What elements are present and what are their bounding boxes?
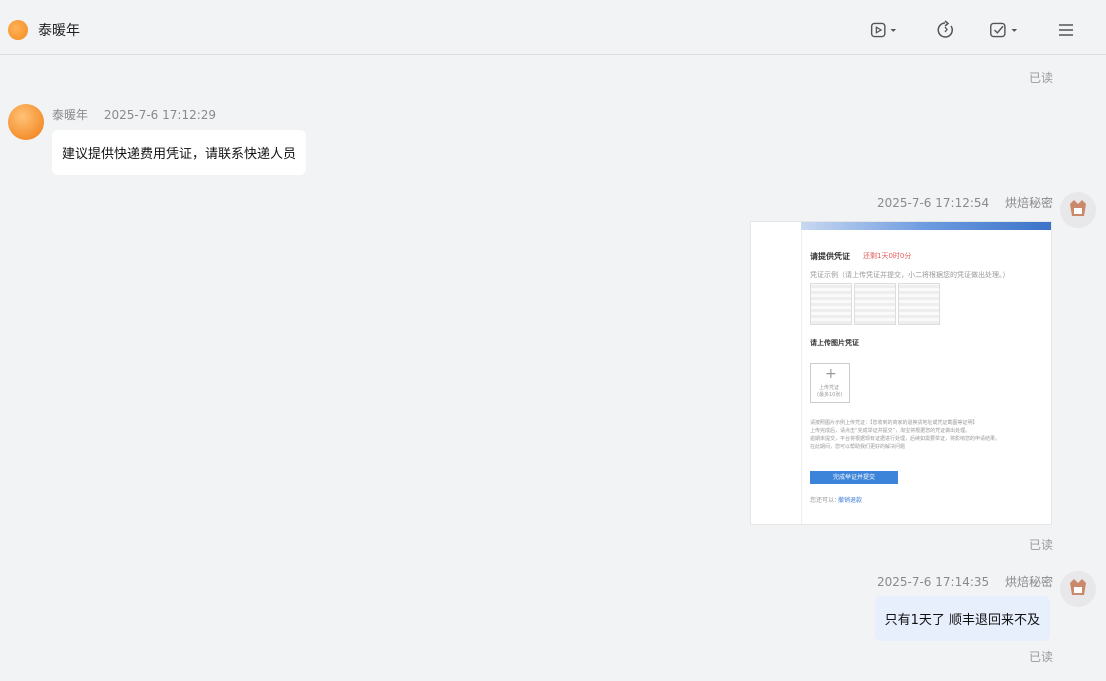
message-meta: 2025-7-6 17:14:35 烘焙秘密 — [877, 573, 1053, 590]
chat-header: 泰暖年 — [0, 0, 1106, 55]
image-note: 逾期未提交，平台将根据现有证据进行处理，后续如需要举证，将影响您的申请结果。 — [810, 436, 1001, 442]
sender-avatar[interactable] — [1060, 571, 1096, 607]
image-side-strip — [751, 222, 802, 524]
image-banner — [801, 222, 1051, 230]
message-bubble[interactable]: 只有1天了 顺丰退回来不及 — [874, 596, 1050, 641]
message-meta: 2025-7-6 17:12:54 烘焙秘密 — [877, 194, 1053, 211]
sender-name: 烘焙秘密 — [1004, 196, 1053, 210]
image-example-label: 凭证示例（请上传凭证并提交，小二将根据您的凭证做出处理。） — [810, 271, 1010, 279]
check-dropdown-icon[interactable] — [987, 16, 1019, 44]
video-dropdown-icon[interactable] — [866, 16, 898, 44]
image-submit-button: 完成举证并提交 — [810, 471, 898, 484]
plus-icon: + — [825, 366, 837, 382]
read-status: 已读 — [1028, 71, 1053, 85]
refresh-icon[interactable] — [930, 16, 962, 44]
message-meta: 泰暖年 2025-7-6 17:12:29 — [52, 106, 216, 123]
sender-name: 烘焙秘密 — [1004, 575, 1053, 589]
image-heading: 请提供凭证 — [810, 252, 850, 261]
message-time: 2025-7-6 17:12:29 — [103, 108, 217, 122]
image-upload-heading: 请上传图片凭证 — [810, 339, 859, 347]
sender-avatar[interactable] — [1060, 192, 1096, 228]
image-thumbnail — [854, 283, 896, 325]
sender-name: 泰暖年 — [52, 108, 89, 122]
image-upload-box: + 上传凭证 (最多10张) — [810, 363, 850, 403]
image-note: 在此期间，您可以帮助我们更好的解决问题 — [810, 444, 906, 450]
image-footer-link: 撤销退款 — [838, 497, 863, 504]
image-note: 上传完成后，请点击“完成举证并提交”，淘宝将根据您的凭证做出处理。 — [810, 428, 971, 434]
sender-avatar[interactable] — [8, 104, 44, 140]
message-time: 2025-7-6 17:12:54 — [876, 196, 990, 210]
image-thumbnail — [810, 283, 852, 325]
image-note: 请按照图片示例上传凭证：【您收到的商家的退换货地址或凭证截图等证明】 — [810, 420, 978, 426]
read-status: 已读 — [1028, 538, 1053, 552]
chat-title: 泰暖年 — [38, 23, 80, 39]
upload-sub: (最多10张) — [817, 392, 843, 398]
message-bubble[interactable]: 建议提供快递费用凭证，请联系快递人员 — [52, 130, 307, 175]
image-thumbnail — [898, 283, 940, 325]
menu-icon[interactable] — [1050, 16, 1082, 44]
read-status: 已读 — [1028, 650, 1053, 664]
image-countdown: 还剩1天0时0分 — [863, 252, 912, 260]
message-time: 2025-7-6 17:14:35 — [876, 575, 990, 589]
contact-avatar[interactable] — [8, 20, 28, 40]
image-footer-label: 您还可以： — [810, 497, 841, 504]
upload-hint: 上传凭证 — [819, 385, 840, 391]
image-message[interactable]: 请提供凭证 还剩1天0时0分 凭证示例（请上传凭证并提交，小二将根据您的凭证做出… — [750, 221, 1052, 525]
